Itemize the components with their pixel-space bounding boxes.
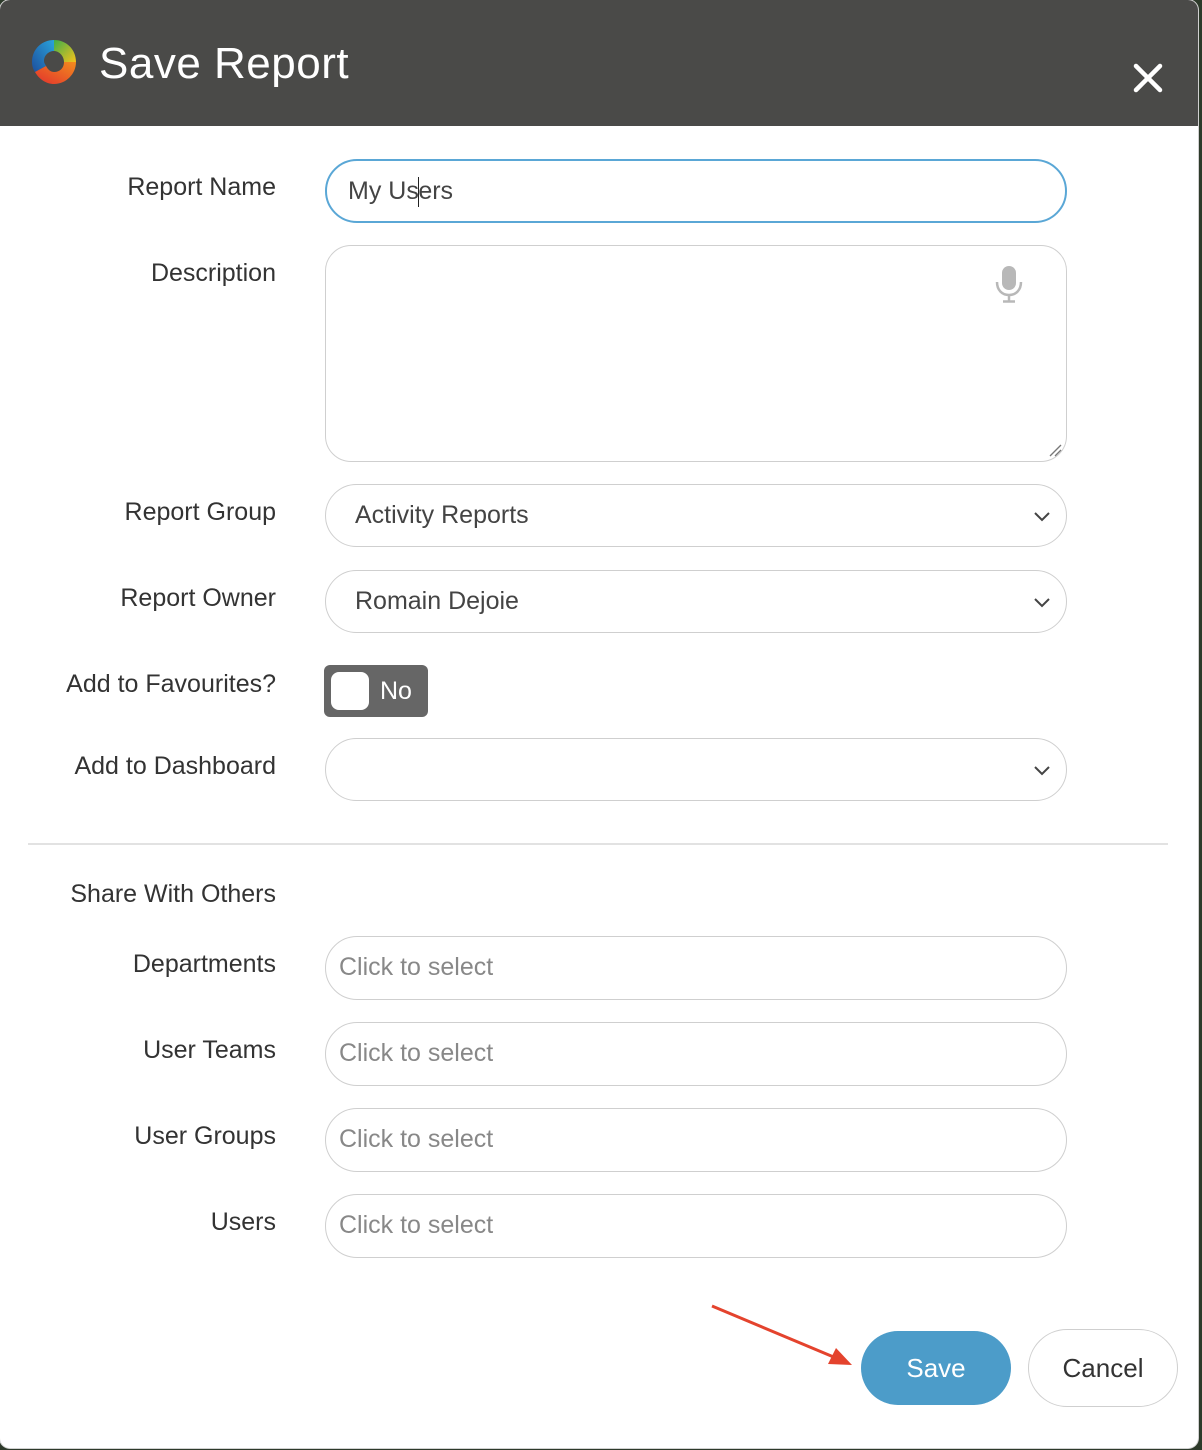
report-name-label: Report Name	[127, 173, 276, 201]
toggle-knob	[331, 672, 369, 710]
departments-label: Departments	[132, 950, 276, 978]
report-name-input[interactable]: My Users	[325, 159, 1067, 223]
dialog-title: Save Report	[99, 39, 350, 88]
save-report-dialog: Save Report Report Name My Users Descrip…	[0, 0, 1198, 1448]
report-group-select[interactable]: Activity Reports	[325, 484, 1067, 547]
annotation-arrow-icon	[711, 1304, 852, 1365]
add-to-favourites-toggle[interactable]: No	[324, 665, 428, 717]
report-name-value-start: My Us	[348, 177, 419, 205]
app-logo-icon	[32, 40, 76, 84]
microphone-icon[interactable]	[994, 264, 1024, 304]
section-divider	[28, 843, 1168, 845]
cancel-button[interactable]: Cancel	[1028, 1329, 1178, 1407]
toggle-state-label: No	[380, 677, 412, 705]
close-icon[interactable]	[1124, 54, 1172, 102]
user-groups-placeholder: Click to select	[339, 1125, 494, 1153]
resize-handle-icon[interactable]	[1048, 443, 1062, 457]
report-name-value-end: ers	[418, 177, 454, 205]
report-owner-value: Romain Dejoie	[355, 587, 519, 615]
user-teams-placeholder: Click to select	[339, 1039, 494, 1067]
add-to-dashboard-label: Add to Dashboard	[74, 752, 276, 780]
add-to-favourites-label: Add to Favourites?	[66, 670, 276, 698]
dialog-titlebar: Save Report	[0, 0, 1198, 126]
report-owner-select[interactable]: Romain Dejoie	[325, 570, 1067, 633]
chevron-down-icon	[1034, 512, 1050, 522]
user-groups-label: User Groups	[134, 1122, 276, 1150]
users-label: Users	[210, 1208, 276, 1236]
users-placeholder: Click to select	[339, 1211, 494, 1239]
user-groups-select[interactable]: Click to select	[325, 1108, 1067, 1172]
description-label: Description	[150, 259, 276, 287]
share-with-others-heading: Share With Others	[70, 880, 276, 908]
report-owner-label: Report Owner	[120, 584, 276, 612]
chevron-down-icon	[1034, 598, 1050, 608]
add-to-dashboard-select[interactable]	[325, 738, 1067, 801]
description-textarea[interactable]	[325, 245, 1067, 462]
user-teams-select[interactable]: Click to select	[325, 1022, 1067, 1086]
chevron-down-icon	[1034, 766, 1050, 776]
report-group-label: Report Group	[124, 498, 276, 526]
departments-select[interactable]: Click to select	[325, 936, 1067, 1000]
users-select[interactable]: Click to select	[325, 1194, 1067, 1258]
report-group-value: Activity Reports	[355, 501, 529, 529]
save-button[interactable]: Save	[861, 1331, 1011, 1405]
user-teams-label: User Teams	[143, 1036, 276, 1064]
departments-placeholder: Click to select	[339, 953, 494, 981]
